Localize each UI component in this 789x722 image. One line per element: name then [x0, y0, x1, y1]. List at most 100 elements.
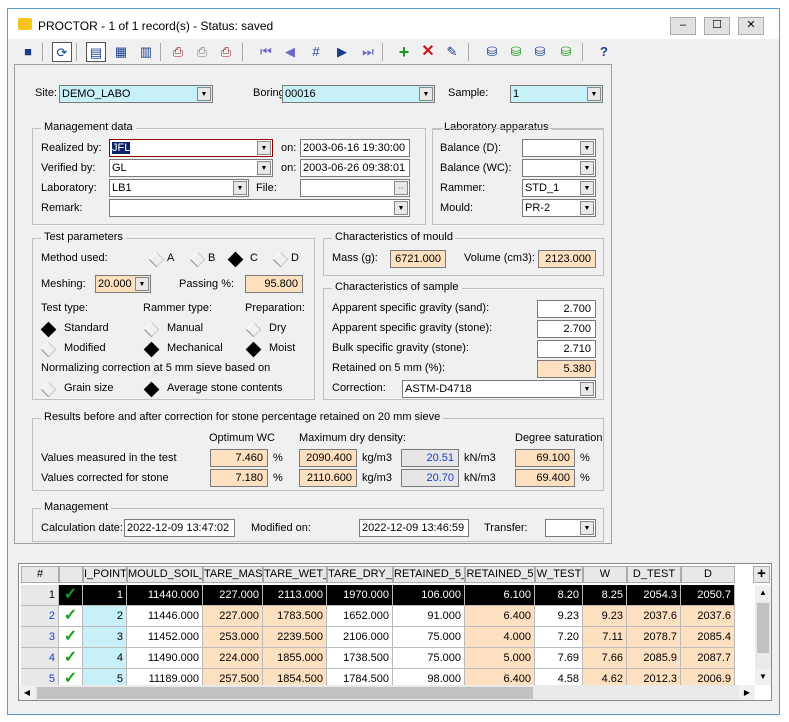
grid-cell[interactable]: 3 [21, 627, 59, 648]
scroll-left-icon[interactable]: ◀ [19, 685, 35, 700]
check-icon[interactable]: ✓ [59, 585, 83, 606]
asg-sand-field[interactable]: 2.700 [537, 300, 596, 318]
column-header[interactable]: D [681, 566, 735, 583]
boring-select[interactable]: 00016 ▼ [282, 85, 435, 103]
check-icon[interactable]: ✓ [59, 606, 83, 627]
passing-field[interactable]: 95.800 [245, 275, 303, 293]
chevron-down-icon[interactable]: ▼ [580, 141, 594, 155]
calculation-date-field[interactable]: 2022-12-09 13:47:02 [124, 519, 235, 537]
bsg-stone-field[interactable]: 2.710 [537, 340, 596, 358]
corrected-kn-field[interactable]: 20.70 [401, 469, 459, 487]
grid-cell[interactable]: 6.400 [465, 606, 535, 627]
remark-select[interactable]: ▼ [109, 199, 410, 217]
grid-cell[interactable]: 2 [21, 606, 59, 627]
grid-cell[interactable]: 1 [83, 585, 127, 606]
column-header[interactable]: W [583, 566, 627, 583]
delete-record-icon[interactable]: ✕ [418, 42, 438, 62]
database-edit-icon[interactable]: ⛁ [530, 42, 550, 62]
scroll-thumb[interactable] [757, 603, 769, 653]
grid-cell[interactable]: 224.000 [203, 648, 263, 669]
close-button[interactable]: ✕ [738, 17, 764, 35]
grid-cell[interactable]: 75.000 [393, 627, 465, 648]
scroll-thumb[interactable] [37, 687, 533, 699]
chevron-down-icon[interactable]: ▼ [135, 277, 149, 291]
maximize-button[interactable]: ☐ [704, 17, 730, 35]
grid-cell[interactable]: 11490.000 [127, 648, 203, 669]
grid-cell[interactable]: 4 [21, 648, 59, 669]
check-icon[interactable]: ✓ [59, 627, 83, 648]
horizontal-scrollbar[interactable]: ◀ ▶ [19, 685, 755, 700]
first-record-icon[interactable]: ⏮ [256, 42, 276, 62]
grid-cell[interactable]: 2078.7 [627, 627, 681, 648]
grid-cell[interactable]: 7.11 [583, 627, 627, 648]
chevron-down-icon[interactable]: ▼ [233, 181, 247, 195]
grid-cell[interactable]: 11446.000 [127, 606, 203, 627]
check-icon[interactable]: ✓ [59, 648, 83, 669]
grid-cell[interactable]: 2054.3 [627, 585, 681, 606]
column-header[interactable] [59, 566, 83, 583]
chevron-down-icon[interactable]: ▼ [580, 181, 594, 195]
site-select[interactable]: DEMO_LABO ▼ [59, 85, 213, 103]
print-preview-icon[interactable]: ⎙ [192, 42, 212, 62]
vertical-scrollbar[interactable]: ▲ ▼ [755, 585, 771, 685]
measured-sat-field[interactable]: 69.100 [515, 449, 575, 467]
verified-on-field[interactable]: 2003-06-26 09:38:01 [300, 159, 410, 177]
corrected-dd-field[interactable]: 2110.600 [299, 469, 357, 487]
column-header[interactable]: MOULD_SOIL_ [127, 566, 203, 583]
grid-cell[interactable]: 253.000 [203, 627, 263, 648]
grid-cell[interactable]: 8.20 [535, 585, 583, 606]
help-icon[interactable]: ? [594, 42, 614, 62]
grid-cell[interactable]: 6.100 [465, 585, 535, 606]
edit-record-icon[interactable]: ✎ [442, 42, 462, 62]
balance-d-select[interactable]: ▼ [522, 139, 596, 157]
grid-cell[interactable]: 7.20 [535, 627, 583, 648]
column-header[interactable]: TARE_MAS [203, 566, 263, 583]
grid-view-icon[interactable]: ▦ [111, 42, 131, 62]
grid-cell[interactable]: 11452.000 [127, 627, 203, 648]
minimize-button[interactable]: – [670, 17, 696, 35]
verified-by-select[interactable]: GL ▼ [109, 159, 273, 177]
grid-cell[interactable]: 1970.000 [327, 585, 393, 606]
column-header[interactable]: D_TEST [627, 566, 681, 583]
grid-cell[interactable]: 9.23 [535, 606, 583, 627]
column-header[interactable]: I_POINT [83, 566, 127, 583]
database-export-icon[interactable]: ⛁ [556, 42, 576, 62]
scroll-right-icon[interactable]: ▶ [739, 685, 755, 700]
chevron-down-icon[interactable]: ▼ [257, 161, 271, 175]
grid-cell[interactable]: 8.25 [583, 585, 627, 606]
volume-field[interactable]: 2123.000 [538, 250, 596, 268]
grid-cell[interactable]: 7.66 [583, 648, 627, 669]
grid-cell[interactable]: 2087.7 [681, 648, 735, 669]
goto-record-icon[interactable]: # [306, 42, 326, 62]
grid-cell[interactable]: 75.000 [393, 648, 465, 669]
save-icon[interactable]: ■ [18, 42, 38, 62]
chevron-down-icon[interactable]: ▼ [580, 201, 594, 215]
measured-wc-field[interactable]: 7.460 [210, 449, 268, 467]
database-add-icon[interactable]: ⛁ [506, 42, 526, 62]
grid-cell[interactable]: 2050.7 [681, 585, 735, 606]
refresh-icon[interactable]: ⟳ [52, 42, 72, 62]
scroll-down-icon[interactable]: ▼ [755, 669, 771, 685]
chevron-down-icon[interactable]: ▼ [587, 87, 601, 101]
corrected-sat-field[interactable]: 69.400 [515, 469, 575, 487]
scroll-up-icon[interactable]: ▲ [755, 585, 771, 601]
chevron-down-icon[interactable]: ▼ [580, 382, 594, 396]
previous-record-icon[interactable]: ◀ [280, 42, 300, 62]
last-record-icon[interactable]: ⏭ [358, 42, 378, 62]
corrected-wc-field[interactable]: 7.180 [210, 469, 268, 487]
chevron-down-icon[interactable]: ▼ [419, 87, 433, 101]
grid-cell[interactable]: 1 [21, 585, 59, 606]
asg-stone-field[interactable]: 2.700 [537, 320, 596, 338]
grid-cell[interactable]: 1783.500 [263, 606, 327, 627]
column-header[interactable]: TARE_WET_ [263, 566, 327, 583]
form-view-icon[interactable]: ▤ [86, 42, 106, 62]
grid-cell[interactable]: 1855.000 [263, 648, 327, 669]
realized-by-select[interactable]: JFL ▼ [109, 139, 273, 157]
grid-cell[interactable]: 2239.500 [263, 627, 327, 648]
add-column-icon[interactable]: + [753, 566, 770, 583]
grid-cell[interactable]: 2 [83, 606, 127, 627]
grid-cell[interactable]: 2037.6 [681, 606, 735, 627]
file-field[interactable]: ·· [300, 179, 410, 197]
grid-cell[interactable]: 227.000 [203, 606, 263, 627]
measured-kn-field[interactable]: 20.51 [401, 449, 459, 467]
